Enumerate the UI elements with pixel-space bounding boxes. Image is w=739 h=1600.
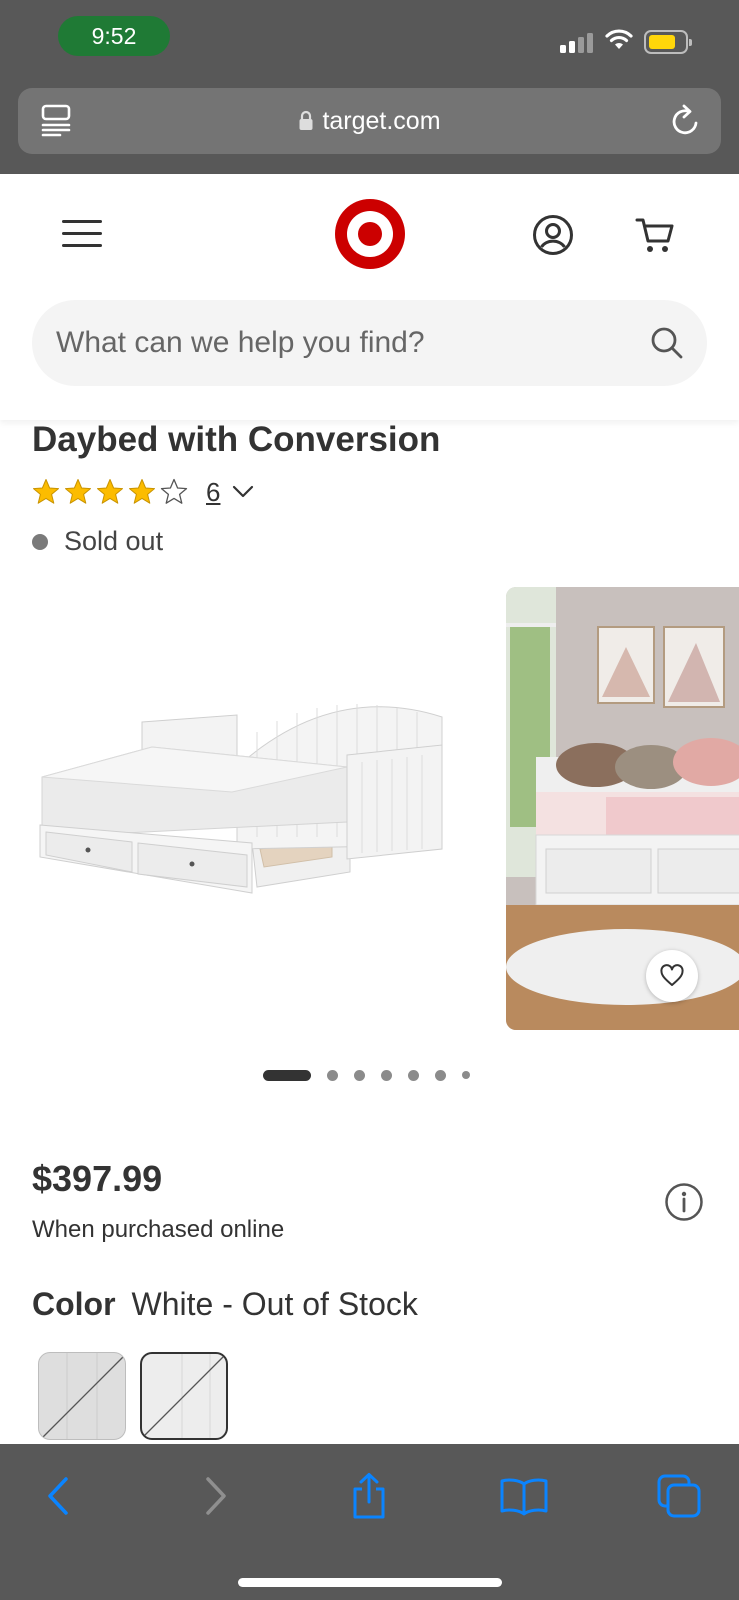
- tabs-button[interactable]: [649, 1470, 709, 1522]
- search-input[interactable]: [56, 300, 616, 386]
- carousel-dot[interactable]: [408, 1069, 419, 1081]
- color-swatch-white-selected[interactable]: [140, 1352, 228, 1440]
- address-bar[interactable]: target.com: [18, 88, 721, 154]
- color-label: Color: [32, 1286, 116, 1322]
- stock-status-dot: [32, 533, 48, 550]
- rating-stars: [32, 478, 188, 506]
- carousel-dot[interactable]: [381, 1069, 392, 1081]
- image-carousel[interactable]: [0, 587, 739, 1032]
- lock-icon: [299, 110, 313, 130]
- status-time: 9:52: [58, 16, 170, 56]
- heart-icon: [660, 964, 684, 986]
- info-icon[interactable]: [664, 1182, 704, 1222]
- stock-status-text: Sold out: [64, 526, 164, 556]
- battery-icon: [644, 30, 692, 54]
- product-price: $397.99: [32, 1158, 163, 1199]
- bookmarks-button[interactable]: [494, 1470, 554, 1522]
- search-bar: [32, 300, 707, 386]
- carousel-dot[interactable]: [327, 1069, 338, 1081]
- share-button[interactable]: [339, 1470, 399, 1522]
- carousel-dot[interactable]: [435, 1069, 446, 1081]
- menu-button[interactable]: [62, 218, 104, 250]
- target-logo[interactable]: [334, 198, 406, 270]
- favorite-button[interactable]: [646, 950, 698, 1002]
- site-header: [0, 174, 739, 420]
- forward-button[interactable]: [186, 1470, 246, 1522]
- browser-top-chrome: 9:52 target.com: [0, 0, 739, 174]
- color-selection: Color White - Out of Stock: [32, 1286, 418, 1323]
- review-count-link[interactable]: 6: [206, 477, 220, 508]
- account-icon[interactable]: [532, 214, 574, 256]
- swatch-strike-icon: [143, 1354, 225, 1438]
- product-title: Daybed with Conversion: [32, 420, 441, 459]
- cart-icon[interactable]: [634, 214, 676, 256]
- product-rating[interactable]: 6: [32, 474, 254, 510]
- forward-chevron-icon: [206, 1477, 226, 1515]
- product-image-daybed[interactable]: [32, 587, 472, 1027]
- price-note: When purchased online: [32, 1216, 285, 1243]
- product-image-bedroom[interactable]: [506, 587, 739, 1030]
- swatch-strike-icon: [42, 1353, 124, 1439]
- carousel-dot[interactable]: [462, 1071, 470, 1079]
- carousel-dot[interactable]: [354, 1069, 365, 1081]
- wifi-icon: [605, 29, 633, 49]
- home-indicator[interactable]: [238, 1578, 502, 1587]
- share-icon: [353, 1473, 385, 1519]
- browser-toolbar: [0, 1444, 739, 1600]
- star-filled-icon: [33, 479, 59, 504]
- carousel-pagination: [263, 1068, 486, 1082]
- search-icon[interactable]: [649, 325, 685, 361]
- url-text: target.com: [322, 106, 441, 135]
- star-filled-icon: [97, 479, 123, 504]
- cellular-signal-icon: [560, 31, 594, 53]
- back-chevron-icon: [48, 1477, 68, 1515]
- tabs-icon: [657, 1474, 701, 1518]
- star-filled-icon: [65, 479, 91, 504]
- url-display[interactable]: target.com: [18, 88, 721, 154]
- color-value: White - Out of Stock: [131, 1286, 418, 1322]
- carousel-dot[interactable]: [263, 1069, 311, 1081]
- stock-status: Sold out: [32, 526, 163, 557]
- back-button[interactable]: [28, 1470, 88, 1522]
- star-filled-icon: [129, 479, 155, 504]
- reload-icon[interactable]: [669, 103, 703, 139]
- chevron-down-icon[interactable]: [232, 485, 254, 499]
- star-empty-icon: [160, 478, 188, 504]
- color-swatch-unavailable[interactable]: [38, 1352, 126, 1440]
- book-icon: [500, 1478, 548, 1516]
